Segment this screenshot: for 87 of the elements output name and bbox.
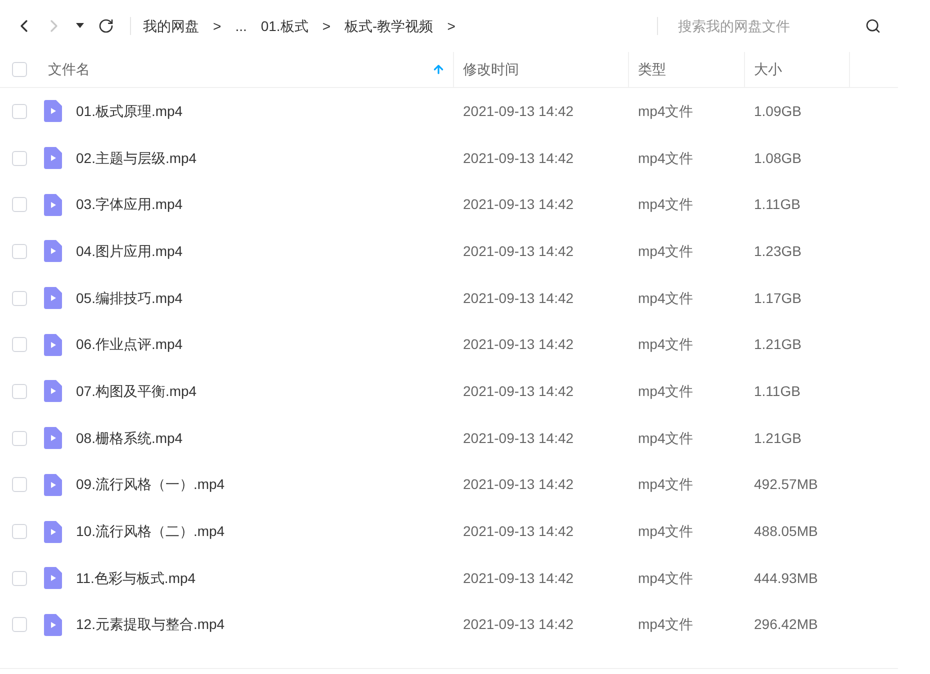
video-file-icon	[44, 567, 62, 590]
dropdown-caret-icon[interactable]	[76, 23, 84, 29]
modified-time: 2021-09-13 14:42	[463, 196, 574, 212]
modified-time: 2021-09-13 14:42	[463, 570, 574, 586]
breadcrumb-link[interactable]: 我的网盘	[143, 16, 199, 36]
file-type: mp4文件	[638, 290, 694, 306]
file-name[interactable]: 08.栅格系统.mp4	[76, 428, 183, 449]
modified-time: 2021-09-13 14:42	[463, 430, 574, 446]
file-size: 1.21GB	[754, 336, 802, 352]
file-type: mp4文件	[638, 570, 694, 586]
breadcrumb-separator: >	[322, 16, 331, 36]
video-file-icon	[44, 147, 62, 170]
checkbox[interactable]	[12, 290, 27, 306]
modified-time: 2021-09-13 14:42	[463, 616, 574, 632]
file-size: 1.21GB	[754, 430, 802, 446]
file-type: mp4文件	[638, 616, 694, 632]
video-file-icon	[44, 194, 62, 216]
checkbox[interactable]	[12, 524, 27, 540]
modified-time: 2021-09-13 14:42	[463, 242, 574, 259]
modified-time: 2021-09-13 14:42	[463, 382, 574, 399]
checkbox[interactable]	[12, 62, 27, 77]
refresh-icon[interactable]	[98, 18, 114, 34]
modified-time: 2021-09-13 14:42	[463, 150, 574, 166]
file-type: mp4文件	[638, 150, 694, 166]
modified-time: 2021-09-13 14:42	[463, 336, 574, 352]
file-type: mp4文件	[638, 476, 694, 492]
video-file-icon	[44, 474, 62, 496]
file-size: 488.05MB	[754, 523, 818, 540]
file-size: 1.11GB	[754, 196, 800, 212]
file-name[interactable]: 03.字体应用.mp4	[76, 194, 183, 216]
file-size: 492.57MB	[754, 476, 818, 492]
file-name[interactable]: 06.作业点评.mp4	[76, 334, 183, 356]
breadcrumb-separator: >	[447, 16, 456, 36]
file-size: 296.42MB	[754, 616, 818, 632]
file-name[interactable]: 05.编排技巧.mp4	[76, 288, 183, 309]
breadcrumb-link[interactable]: 板式-教学视频	[344, 16, 434, 36]
file-type: mp4文件	[638, 102, 694, 119]
column-header[interactable]: 修改时间	[463, 59, 519, 80]
column-header[interactable]: 文件名	[48, 59, 90, 80]
column-header[interactable]: 类型	[638, 59, 666, 80]
file-size: 1.11GB	[754, 382, 800, 399]
file-size: 1.09GB	[754, 102, 802, 119]
checkbox[interactable]	[12, 384, 27, 399]
breadcrumb-separator: >	[213, 16, 222, 36]
file-size: 444.93MB	[754, 570, 818, 586]
checkbox[interactable]	[12, 337, 27, 352]
file-type: mp4文件	[638, 523, 694, 540]
video-file-icon	[44, 614, 62, 636]
file-name[interactable]: 02.主题与层级.mp4	[76, 148, 197, 169]
video-file-icon	[44, 287, 62, 310]
checkbox[interactable]	[12, 197, 27, 212]
breadcrumb-link[interactable]: 01.板式	[260, 16, 308, 36]
modified-time: 2021-09-13 14:42	[463, 523, 574, 540]
checkbox[interactable]	[12, 430, 27, 446]
file-type: mp4文件	[638, 382, 694, 399]
search-field[interactable]: 搜索我的网盘文件	[658, 16, 848, 36]
modified-time: 2021-09-13 14:42	[463, 290, 574, 306]
checkbox[interactable]	[12, 477, 27, 492]
file-size: 1.23GB	[754, 242, 802, 259]
column-header[interactable]: 大小	[754, 59, 782, 80]
modified-time: 2021-09-13 14:42	[463, 102, 574, 119]
checkbox[interactable]	[12, 617, 27, 632]
breadcrumb-link[interactable]: ...	[235, 16, 247, 36]
file-name[interactable]: 12.元素提取与整合.mp4	[76, 614, 225, 636]
file-name[interactable]: 07.构图及平衡.mp4	[76, 380, 197, 402]
checkbox[interactable]	[12, 244, 27, 259]
video-file-icon	[44, 240, 62, 262]
video-file-icon	[44, 334, 62, 356]
video-file-icon	[44, 380, 62, 402]
modified-time: 2021-09-13 14:42	[463, 476, 574, 492]
file-type: mp4文件	[638, 430, 694, 446]
checkbox[interactable]	[12, 570, 27, 586]
file-size: 1.17GB	[754, 290, 802, 306]
file-type: mp4文件	[638, 196, 694, 212]
file-size: 1.08GB	[754, 150, 802, 166]
file-type: mp4文件	[638, 242, 694, 259]
file-type: mp4文件	[638, 336, 694, 352]
file-name[interactable]: 10.流行风格（二）.mp4	[76, 521, 225, 542]
file-name[interactable]: 11.色彩与板式.mp4	[76, 568, 196, 589]
file-name[interactable]: 09.流行风格（一）.mp4	[76, 474, 225, 496]
file-name[interactable]: 04.图片应用.mp4	[76, 240, 183, 262]
file-name[interactable]: 01.板式原理.mp4	[76, 100, 183, 122]
video-file-icon	[44, 427, 62, 450]
video-file-icon	[44, 100, 62, 122]
checkbox[interactable]	[12, 150, 27, 166]
video-file-icon	[44, 520, 62, 543]
checkbox[interactable]	[12, 104, 27, 119]
